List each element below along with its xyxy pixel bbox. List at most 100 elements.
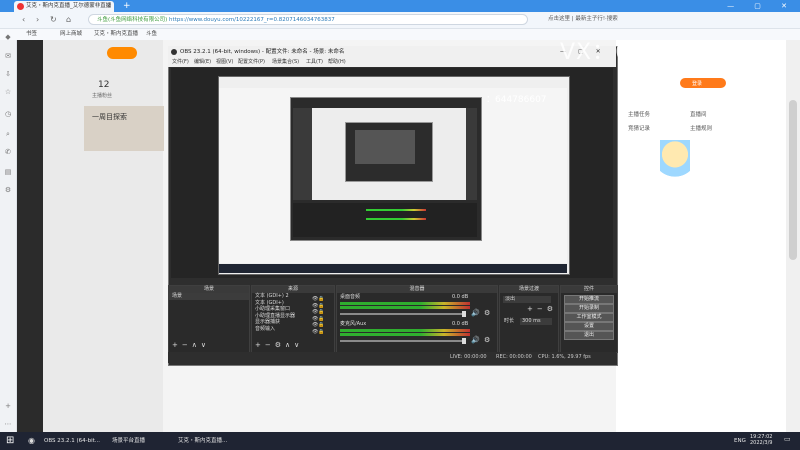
menu-help[interactable]: 帮助(H) (328, 58, 346, 67)
desktop-audio-slider[interactable] (340, 313, 466, 315)
transition-buttons[interactable]: +−⚙ (527, 305, 557, 313)
mic-aux-meter (340, 333, 470, 336)
window-controls[interactable]: — ▢ ✕ (727, 0, 796, 12)
bookmark-item[interactable]: 艾克・斯内克直播 (94, 29, 138, 40)
sidebar-chat-icon[interactable]: ✆ (4, 148, 12, 156)
sidebar-mail-icon[interactable]: ✉ (4, 52, 12, 60)
mic-aux-db: 0.0 dB (452, 321, 469, 327)
close-tab-icon[interactable]: ✕ (106, 1, 111, 12)
controls-dock-title: 控件 (561, 286, 617, 293)
menu-scene-collection[interactable]: 场景集合(S) (272, 58, 299, 67)
desktop-audio-gear-icon[interactable]: ⚙ (484, 309, 490, 317)
obs-logo-icon (171, 49, 177, 55)
transition-select[interactable]: 淡出 (503, 296, 551, 303)
sidebar-doc-icon[interactable]: ▤ (4, 168, 12, 176)
menu-profile[interactable]: 配置文件(P) (238, 58, 265, 67)
site-sidebar (17, 40, 43, 432)
nested-capture-4 (355, 130, 415, 164)
mic-aux-slider[interactable] (340, 340, 466, 342)
sidebar-history-icon[interactable]: ◷ (4, 110, 12, 118)
right-item[interactable]: 竞猜记录 (628, 124, 650, 132)
mic-aux-gear-icon[interactable]: ⚙ (484, 336, 490, 344)
forward-icon[interactable]: › (36, 14, 39, 26)
page-right-panel (616, 40, 786, 432)
obs-statusbar: LIVE: 00:00:00 REC: 00:00:00 CPU: 1.6%, … (168, 352, 616, 363)
taskbar-app-obs[interactable]: OBS 23.2.1 (64-bit... (44, 432, 108, 450)
menu-view[interactable]: 视图(V) (216, 58, 233, 67)
browser-tab[interactable]: 艾克・斯内克直播_艾尔德蒙非直播 (14, 1, 114, 12)
settings-button[interactable]: 设置 (564, 322, 614, 331)
mic-aux-slider-knob[interactable] (462, 338, 466, 344)
obs-titlebar[interactable]: OBS 23.2.1 (64-bit, windows) - 配置文件: 未命名… (168, 46, 616, 58)
nested-audio-meter (366, 209, 426, 211)
mic-aux-label: 麦克风/Aux (340, 321, 367, 327)
duration-label: 时长 (504, 318, 515, 324)
home-icon[interactable]: ⌂ (66, 14, 71, 26)
desktop-audio-slider-knob[interactable] (462, 311, 466, 317)
desktop-audio-mute-icon[interactable]: 🔊 (471, 309, 480, 317)
scene-item[interactable]: 场景 (169, 293, 249, 300)
browser-taskbar-icon[interactable]: ◉ (28, 436, 35, 445)
visibility-lock-icons[interactable]: 👁🔒 👁🔒 👁🔒 👁🔒 👁🔒 👁🔒 (312, 296, 325, 335)
sidebar-home-icon[interactable]: ◆ (4, 33, 12, 41)
start-recording-button[interactable]: 开始录制 (564, 304, 614, 313)
right-item[interactable]: 主播规则 (690, 124, 712, 132)
scrollbar-thumb[interactable] (789, 100, 797, 260)
bookmark-item[interactable]: 网上商城 (60, 29, 82, 40)
new-tab-button[interactable]: + (123, 0, 131, 12)
taskbar-app-platform[interactable]: 场景平台直播 (112, 432, 174, 450)
login-button[interactable]: 登录 (680, 78, 726, 88)
rec-time: REC: 00:00:00 (496, 354, 532, 360)
studio-mode-button[interactable]: 工作室模式 (564, 313, 614, 322)
mixer-dock-title: 混音器 (337, 286, 497, 293)
sidebar-star-icon[interactable]: ☆ (4, 88, 12, 96)
clock-date: 2022/3/9 (750, 440, 773, 446)
menu-edit[interactable]: 编辑(E) (194, 58, 211, 67)
sidebar-download-icon[interactable]: ⇩ (4, 70, 12, 78)
tab-title: 艾克・斯内克直播_艾尔德蒙非直播 (26, 3, 112, 9)
obs-title: OBS 23.2.1 (64-bit, windows) - 配置文件: 未命名… (180, 49, 345, 55)
site-logo[interactable] (107, 47, 137, 59)
desktop-audio-meter (340, 306, 470, 309)
browser-search-input[interactable]: 点击这里 | 最新主子行!·搜索 (548, 14, 748, 25)
bookmark-item[interactable]: 书签 (26, 29, 37, 40)
url-text: https://www.douyu.com/10222167_r=0.82071… (169, 17, 335, 23)
right-item[interactable]: 主播任务 (628, 110, 650, 118)
url-bar[interactable]: 斗鱼(斗鱼网络科技有限公司) https://www.douyu.com/102… (88, 14, 528, 25)
notification-icon[interactable]: ▭ (784, 435, 791, 443)
taskbar-clock[interactable]: 19:27:02 2022/3/9 (750, 434, 772, 446)
mic-aux-meter (340, 329, 470, 332)
sidebar-more-icon[interactable]: ⋯ (4, 420, 12, 428)
sidebar-search-icon[interactable]: ⌕ (4, 130, 12, 138)
follower-count-label: 主播粉丝 (92, 93, 113, 99)
windows-start-icon[interactable]: ⊞ (6, 435, 14, 447)
live-time: LIVE: 00:00:00 (450, 354, 487, 360)
reload-icon[interactable]: ↻ (50, 14, 57, 26)
sources-dock-title: 来源 (252, 286, 334, 293)
bookmark-item[interactable]: 斗鱼 (146, 29, 157, 40)
exit-button[interactable]: 退出 (564, 331, 614, 340)
mascot-image (660, 140, 690, 188)
sources-dock: 来源 文本 (GDI+) 2 文本 (GDI+) 小助理采集窗口 小助理直播显示… (251, 285, 335, 353)
watermark: VX：644786607 (560, 40, 751, 65)
sidebar-add-icon[interactable]: + (4, 402, 12, 410)
duration-input[interactable]: 300 ms (520, 318, 552, 325)
menu-tools[interactable]: 工具(T) (306, 58, 323, 67)
scenes-dock: 场景 场景 +−∧∨ (168, 285, 250, 353)
desktop-audio-label: 桌面音频 (340, 294, 361, 300)
nested-watermark: ：644786607 (486, 95, 547, 105)
menu-file[interactable]: 文件(F) (172, 58, 189, 67)
taskbar-app-browser[interactable]: 艾克・斯内克直播... (178, 432, 248, 450)
sidebar-settings-icon[interactable]: ⚙ (4, 186, 12, 194)
back-icon[interactable]: ‹ (22, 14, 25, 26)
input-language[interactable]: ENG (734, 432, 746, 450)
nested-capture-taskbar (219, 264, 567, 273)
mic-aux-mute-icon[interactable]: 🔊 (471, 336, 480, 344)
right-item[interactable]: 直播间 (690, 110, 707, 118)
sources-dock-buttons[interactable]: +−⚙∧∨ (255, 341, 303, 349)
scenes-dock-buttons[interactable]: +−∧∨ (172, 341, 210, 349)
follower-count: 12 (98, 80, 110, 90)
login-label: 登录 (692, 81, 703, 87)
desktop-audio-db: 0.0 dB (452, 294, 469, 300)
start-streaming-button[interactable]: 开始推流 (564, 295, 614, 304)
